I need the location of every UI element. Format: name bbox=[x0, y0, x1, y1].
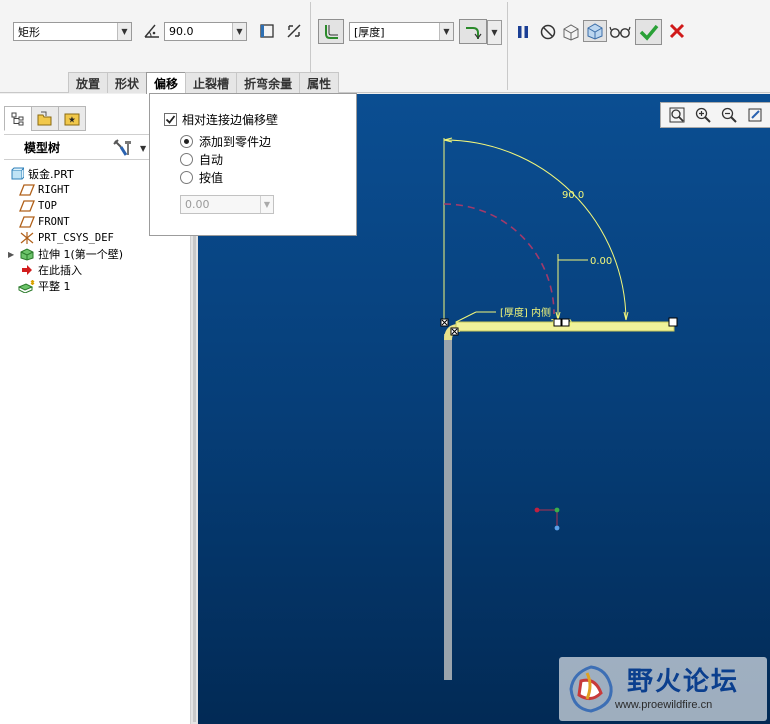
offset-relative-checkbox-row[interactable]: 相对连接边偏移壁 bbox=[164, 111, 278, 128]
radio-label: 添加到零件边 bbox=[199, 135, 272, 149]
tab-placement[interactable]: 放置 bbox=[68, 72, 109, 93]
cancel-icon[interactable] bbox=[666, 20, 688, 42]
vertical-wall bbox=[444, 334, 452, 680]
drag-handle[interactable] bbox=[668, 317, 678, 327]
folder-browser-tab[interactable] bbox=[31, 106, 59, 131]
zoom-in-icon[interactable] bbox=[690, 104, 716, 126]
offset-value-combo: 0.00 ▼ bbox=[180, 195, 274, 214]
tree-item-label: 在此插入 bbox=[38, 264, 82, 277]
datum-plane-icon bbox=[18, 183, 36, 197]
tab-relief[interactable]: 止裂槽 bbox=[185, 72, 238, 93]
radio-automatic[interactable]: 自动 bbox=[180, 151, 223, 168]
csys-triad-icon bbox=[538, 509, 558, 528]
navigator-tabs bbox=[4, 106, 86, 131]
checkmark-icon bbox=[165, 115, 176, 124]
attached-preview-icon[interactable] bbox=[560, 21, 582, 43]
offset-panel: 相对连接边偏移壁 添加到零件边 自动 按值 0.00 ▼ bbox=[149, 93, 357, 236]
radio-button[interactable] bbox=[180, 171, 193, 184]
tree-item-flat-wall[interactable]: 平整 1 bbox=[8, 278, 192, 294]
offset-relative-label: 相对连接边偏移壁 bbox=[182, 113, 279, 127]
chevron-down-icon[interactable]: ▼ bbox=[439, 23, 453, 40]
radio-add-to-part-edge[interactable]: 添加到零件边 bbox=[180, 133, 271, 150]
drag-handle[interactable] bbox=[553, 318, 562, 327]
part-icon bbox=[8, 167, 26, 181]
radio-label: 自动 bbox=[199, 153, 224, 167]
tab-shape[interactable]: 形状 bbox=[107, 72, 148, 93]
tree-item-label: 拉伸 1(第一个壁) bbox=[38, 248, 124, 261]
offset-relative-checkbox[interactable] bbox=[164, 113, 177, 126]
tree-settings-button[interactable]: ▼ bbox=[112, 138, 146, 158]
chevron-down-icon[interactable]: ▼ bbox=[140, 144, 146, 153]
radio-label: 按值 bbox=[199, 171, 224, 185]
tools-icon bbox=[113, 139, 131, 156]
tab-bend-allowance[interactable]: 折弯余量 bbox=[236, 72, 301, 93]
bend-arc-dashed bbox=[443, 203, 555, 315]
radio-button[interactable] bbox=[180, 153, 193, 166]
angle-combo-value: 90.0 bbox=[169, 25, 194, 38]
tab-properties[interactable]: 属性 bbox=[299, 72, 340, 93]
repaint-icon[interactable] bbox=[742, 104, 768, 126]
tree-item-label: 平整 1 bbox=[38, 280, 71, 293]
model-tree-title: 模型树 bbox=[24, 140, 61, 155]
thickness-combo-value: [厚度] bbox=[354, 25, 385, 39]
chevron-down-icon[interactable]: ▼ bbox=[488, 21, 501, 44]
offset-value-text: 0.00 bbox=[185, 198, 210, 211]
glasses-icon[interactable] bbox=[609, 21, 631, 43]
favorites-tab[interactable] bbox=[58, 106, 86, 131]
angle-dimension-label[interactable]: 90.0 bbox=[562, 190, 584, 201]
expand-arrow-icon[interactable]: ▶ bbox=[8, 250, 18, 259]
model-tree-tab[interactable] bbox=[4, 106, 32, 131]
angle-combo[interactable]: 90.0 ▼ bbox=[164, 22, 247, 41]
tree-item-label: TOP bbox=[38, 200, 57, 212]
flat-wall-icon bbox=[18, 279, 36, 293]
datum-plane-icon bbox=[18, 215, 36, 229]
radio-button[interactable] bbox=[180, 135, 193, 148]
tree-item-label: FRONT bbox=[38, 216, 70, 228]
insert-arrow-icon bbox=[18, 263, 36, 277]
watermark-title: 野火论坛 bbox=[627, 667, 740, 697]
chevron-down-icon[interactable]: ▼ bbox=[232, 23, 246, 40]
forum-logo-icon bbox=[569, 665, 613, 713]
bend-radius-side-icon[interactable] bbox=[459, 19, 487, 44]
datum-plane-icon bbox=[18, 199, 36, 213]
forum-watermark: 野火论坛 www.proewildfire.cn bbox=[559, 657, 767, 721]
tab-offset[interactable]: 偏移 bbox=[146, 72, 187, 94]
tree-item-label: 钣金.PRT bbox=[28, 168, 74, 181]
angle-icon bbox=[141, 20, 163, 42]
detached-preview-icon[interactable] bbox=[583, 20, 607, 42]
chevron-down-icon: ▼ bbox=[260, 196, 273, 213]
thickness-side-label[interactable]: [厚度] 内侧 bbox=[500, 306, 551, 319]
watermark-url: www.proewildfire.cn bbox=[615, 699, 713, 711]
csys-icon bbox=[18, 231, 36, 245]
feature-dashboard: 矩形 ▼ 90.0 ▼ [厚度] ▼ ▼ 放置 形状 偏移 止裂槽 折弯余量 属… bbox=[0, 0, 770, 94]
check-icon[interactable] bbox=[635, 19, 662, 45]
bend-inside-icon[interactable] bbox=[318, 19, 344, 44]
drag-handle[interactable] bbox=[561, 318, 570, 327]
dashboard-tabs: 放置 形状 偏移 止裂槽 折弯余量 属性 bbox=[68, 72, 340, 94]
shape-combo[interactable]: 矩形 ▼ bbox=[13, 22, 132, 41]
flip-direction-icon[interactable] bbox=[283, 20, 305, 42]
bend-side-dropdown[interactable]: ▼ bbox=[487, 20, 502, 45]
tree-item-insert-here[interactable]: 在此插入 bbox=[8, 262, 192, 278]
flip-corner-icon[interactable] bbox=[256, 20, 278, 42]
radio-by-value[interactable]: 按值 bbox=[180, 169, 223, 186]
extrude-icon bbox=[18, 247, 36, 261]
angle-dimension-arc bbox=[443, 139, 627, 321]
view-toolbar bbox=[660, 102, 770, 128]
thickness-combo[interactable]: [厚度] ▼ bbox=[349, 22, 454, 41]
offset-dimension-label[interactable]: 0.00 bbox=[590, 256, 612, 267]
chevron-down-icon[interactable]: ▼ bbox=[117, 23, 131, 40]
zoom-out-icon[interactable] bbox=[716, 104, 742, 126]
pause-icon[interactable] bbox=[512, 21, 534, 43]
no-preview-icon[interactable] bbox=[537, 21, 559, 43]
tree-item-label: PRT_CSYS_DEF bbox=[38, 232, 114, 244]
refit-icon[interactable] bbox=[664, 104, 690, 126]
tree-item-extrude[interactable]: ▶ 拉伸 1(第一个壁) bbox=[8, 246, 192, 262]
tree-item-label: RIGHT bbox=[38, 184, 70, 196]
shape-combo-value: 矩形 bbox=[18, 25, 40, 39]
